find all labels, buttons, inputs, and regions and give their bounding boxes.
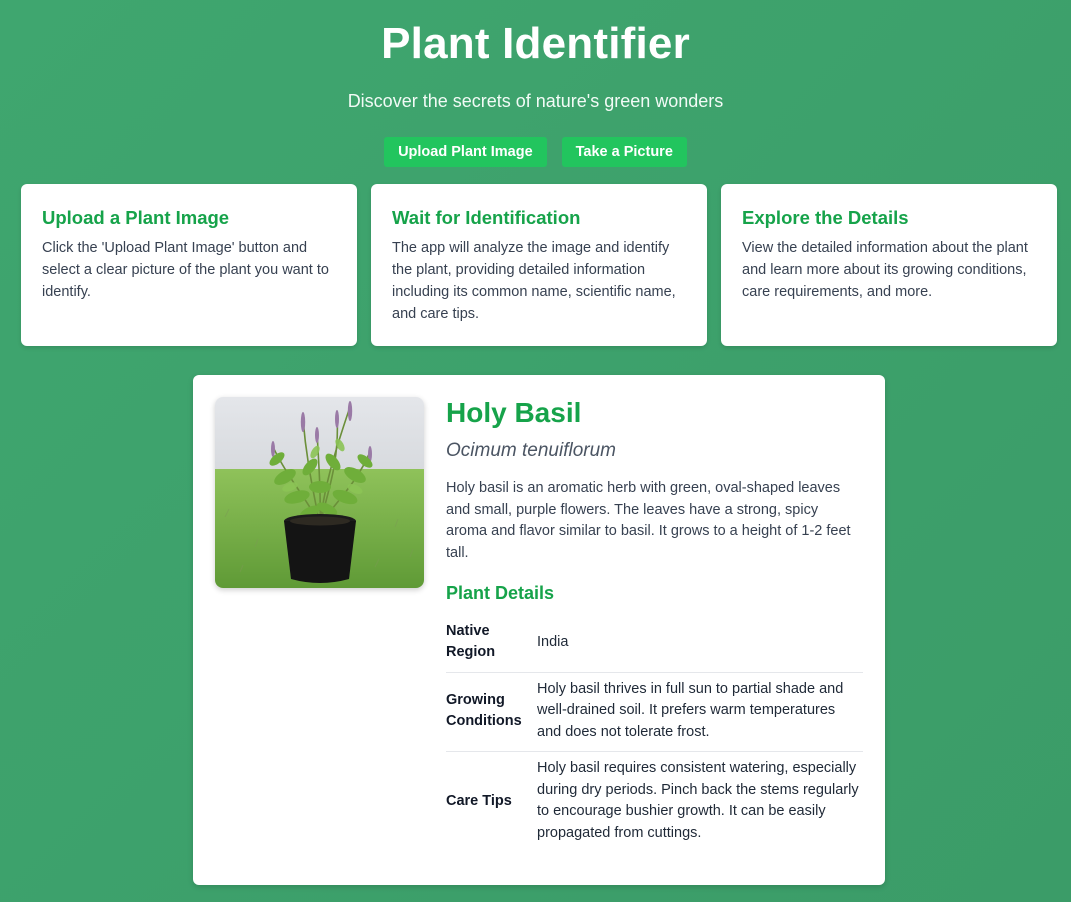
step-card-upload: Upload a Plant Image Click the 'Upload P… (21, 184, 357, 346)
table-row: Growing Conditions Holy basil thrives in… (446, 671, 863, 752)
step-text: The app will analyze the image and ident… (392, 240, 676, 322)
step-text: View the detailed information about the … (742, 240, 1028, 300)
table-row: Native Region India (446, 615, 863, 673)
step-card-explore: Explore the Details View the detailed in… (721, 184, 1057, 346)
upload-plant-image-button[interactable]: Upload Plant Image (384, 137, 547, 167)
take-picture-button[interactable]: Take a Picture (561, 137, 687, 167)
detail-key: Care Tips (446, 751, 537, 853)
page-subtitle: Discover the secrets of nature's green w… (347, 91, 724, 111)
detail-key: Growing Conditions (446, 671, 537, 752)
plant-photo (215, 397, 424, 588)
potted-basil-image (215, 397, 424, 588)
step-title: Upload a Plant Image (42, 207, 230, 228)
page-title: Plant Identifier (381, 19, 690, 68)
plant-details-table: Native Region India Growing Conditions H… (446, 615, 863, 853)
plant-description: Holy basil is an aromatic herb with gree… (446, 480, 851, 562)
step-card-wait: Wait for Identification The app will ana… (371, 184, 707, 346)
plant-details-heading: Plant Details (446, 582, 555, 603)
detail-value: India (537, 633, 569, 650)
action-buttons: Upload Plant Image Take a Picture (0, 137, 1071, 167)
detail-key: Native Region (446, 622, 496, 661)
table-row: Care Tips Holy basil requires consistent… (446, 751, 863, 853)
how-it-works-steps: Upload a Plant Image Click the 'Upload P… (21, 184, 1057, 346)
detail-value: Holy basil thrives in full sun to partia… (537, 671, 863, 752)
step-title: Explore the Details (742, 207, 909, 228)
detail-value: Holy basil requires consistent watering,… (537, 751, 863, 853)
plant-scientific-name: Ocimum tenuiflorum (446, 440, 616, 461)
page-header: Plant Identifier Discover the secrets of… (0, 0, 1071, 167)
plant-result-card: Holy Basil Ocimum tenuiflorum Holy basil… (193, 375, 885, 885)
step-text: Click the 'Upload Plant Image' button an… (42, 240, 329, 300)
plant-info: Holy Basil Ocimum tenuiflorum Holy basil… (446, 397, 863, 863)
step-title: Wait for Identification (392, 207, 581, 228)
plant-common-name: Holy Basil (446, 397, 582, 428)
